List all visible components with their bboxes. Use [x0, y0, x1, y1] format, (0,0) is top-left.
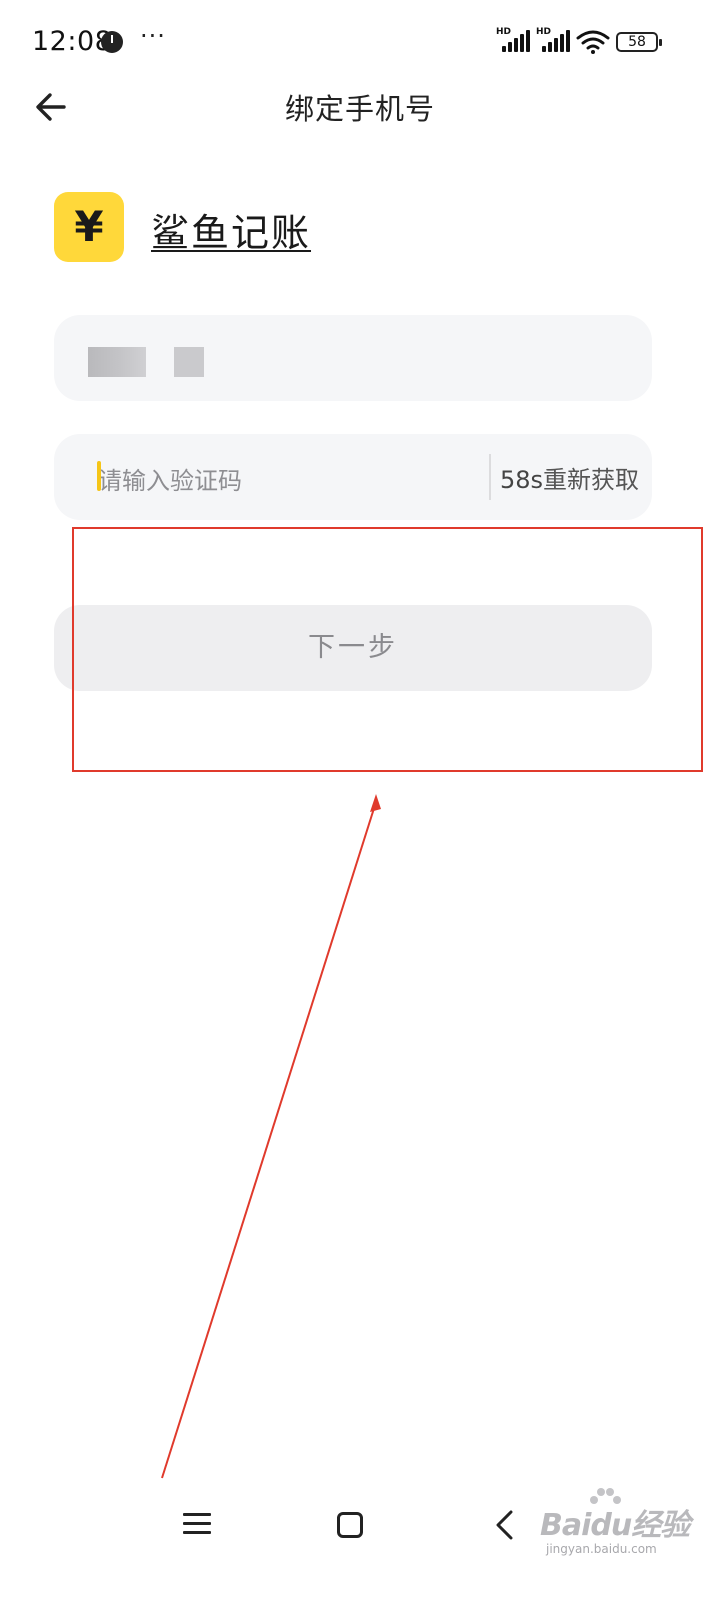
resend-countdown: 58s: [500, 466, 544, 494]
resend-label: 重新获取: [543, 466, 640, 494]
app-name: 鲨鱼记账: [151, 211, 312, 255]
status-bar: 12:08 ··· HD HD 58: [0, 0, 720, 84]
alarm-icon: [101, 31, 123, 53]
signal-icon: HD: [536, 27, 570, 52]
menu-icon[interactable]: [183, 1511, 211, 1537]
wifi-icon: [576, 30, 610, 54]
battery-icon: 58: [616, 32, 662, 52]
verification-code-field[interactable]: 请输入验证码 58s重新获取: [54, 434, 652, 520]
back-chevron-icon[interactable]: [492, 1508, 518, 1542]
signal-hd-label: HD: [536, 27, 552, 37]
resend-code-button[interactable]: 58s重新获取: [500, 460, 639, 495]
text-cursor: [97, 461, 101, 491]
signal-icon: HD: [496, 27, 530, 52]
page-title: 绑定手机号: [284, 92, 435, 126]
signal-hd-label: HD: [496, 27, 512, 37]
annotation-highlight-box: [72, 527, 703, 772]
watermark-url: jingyan.baidu.com: [546, 1542, 657, 1556]
app-logo: ¥: [54, 192, 124, 262]
more-notifications-icon: ···: [140, 22, 166, 50]
battery-level: 58: [628, 34, 646, 50]
watermark-main-text: Baidu经验: [540, 1508, 690, 1543]
home-icon[interactable]: [337, 1512, 363, 1538]
obscured-phone-digits: [88, 347, 146, 377]
field-divider: [489, 454, 491, 500]
baidu-watermark: Baidu经验 jingyan.baidu.com: [540, 1488, 710, 1590]
phone-number-field[interactable]: [54, 315, 652, 401]
verification-code-input[interactable]: 请输入验证码: [98, 461, 242, 496]
obscured-phone-digits: [174, 347, 204, 377]
yen-icon: ¥: [74, 202, 104, 251]
